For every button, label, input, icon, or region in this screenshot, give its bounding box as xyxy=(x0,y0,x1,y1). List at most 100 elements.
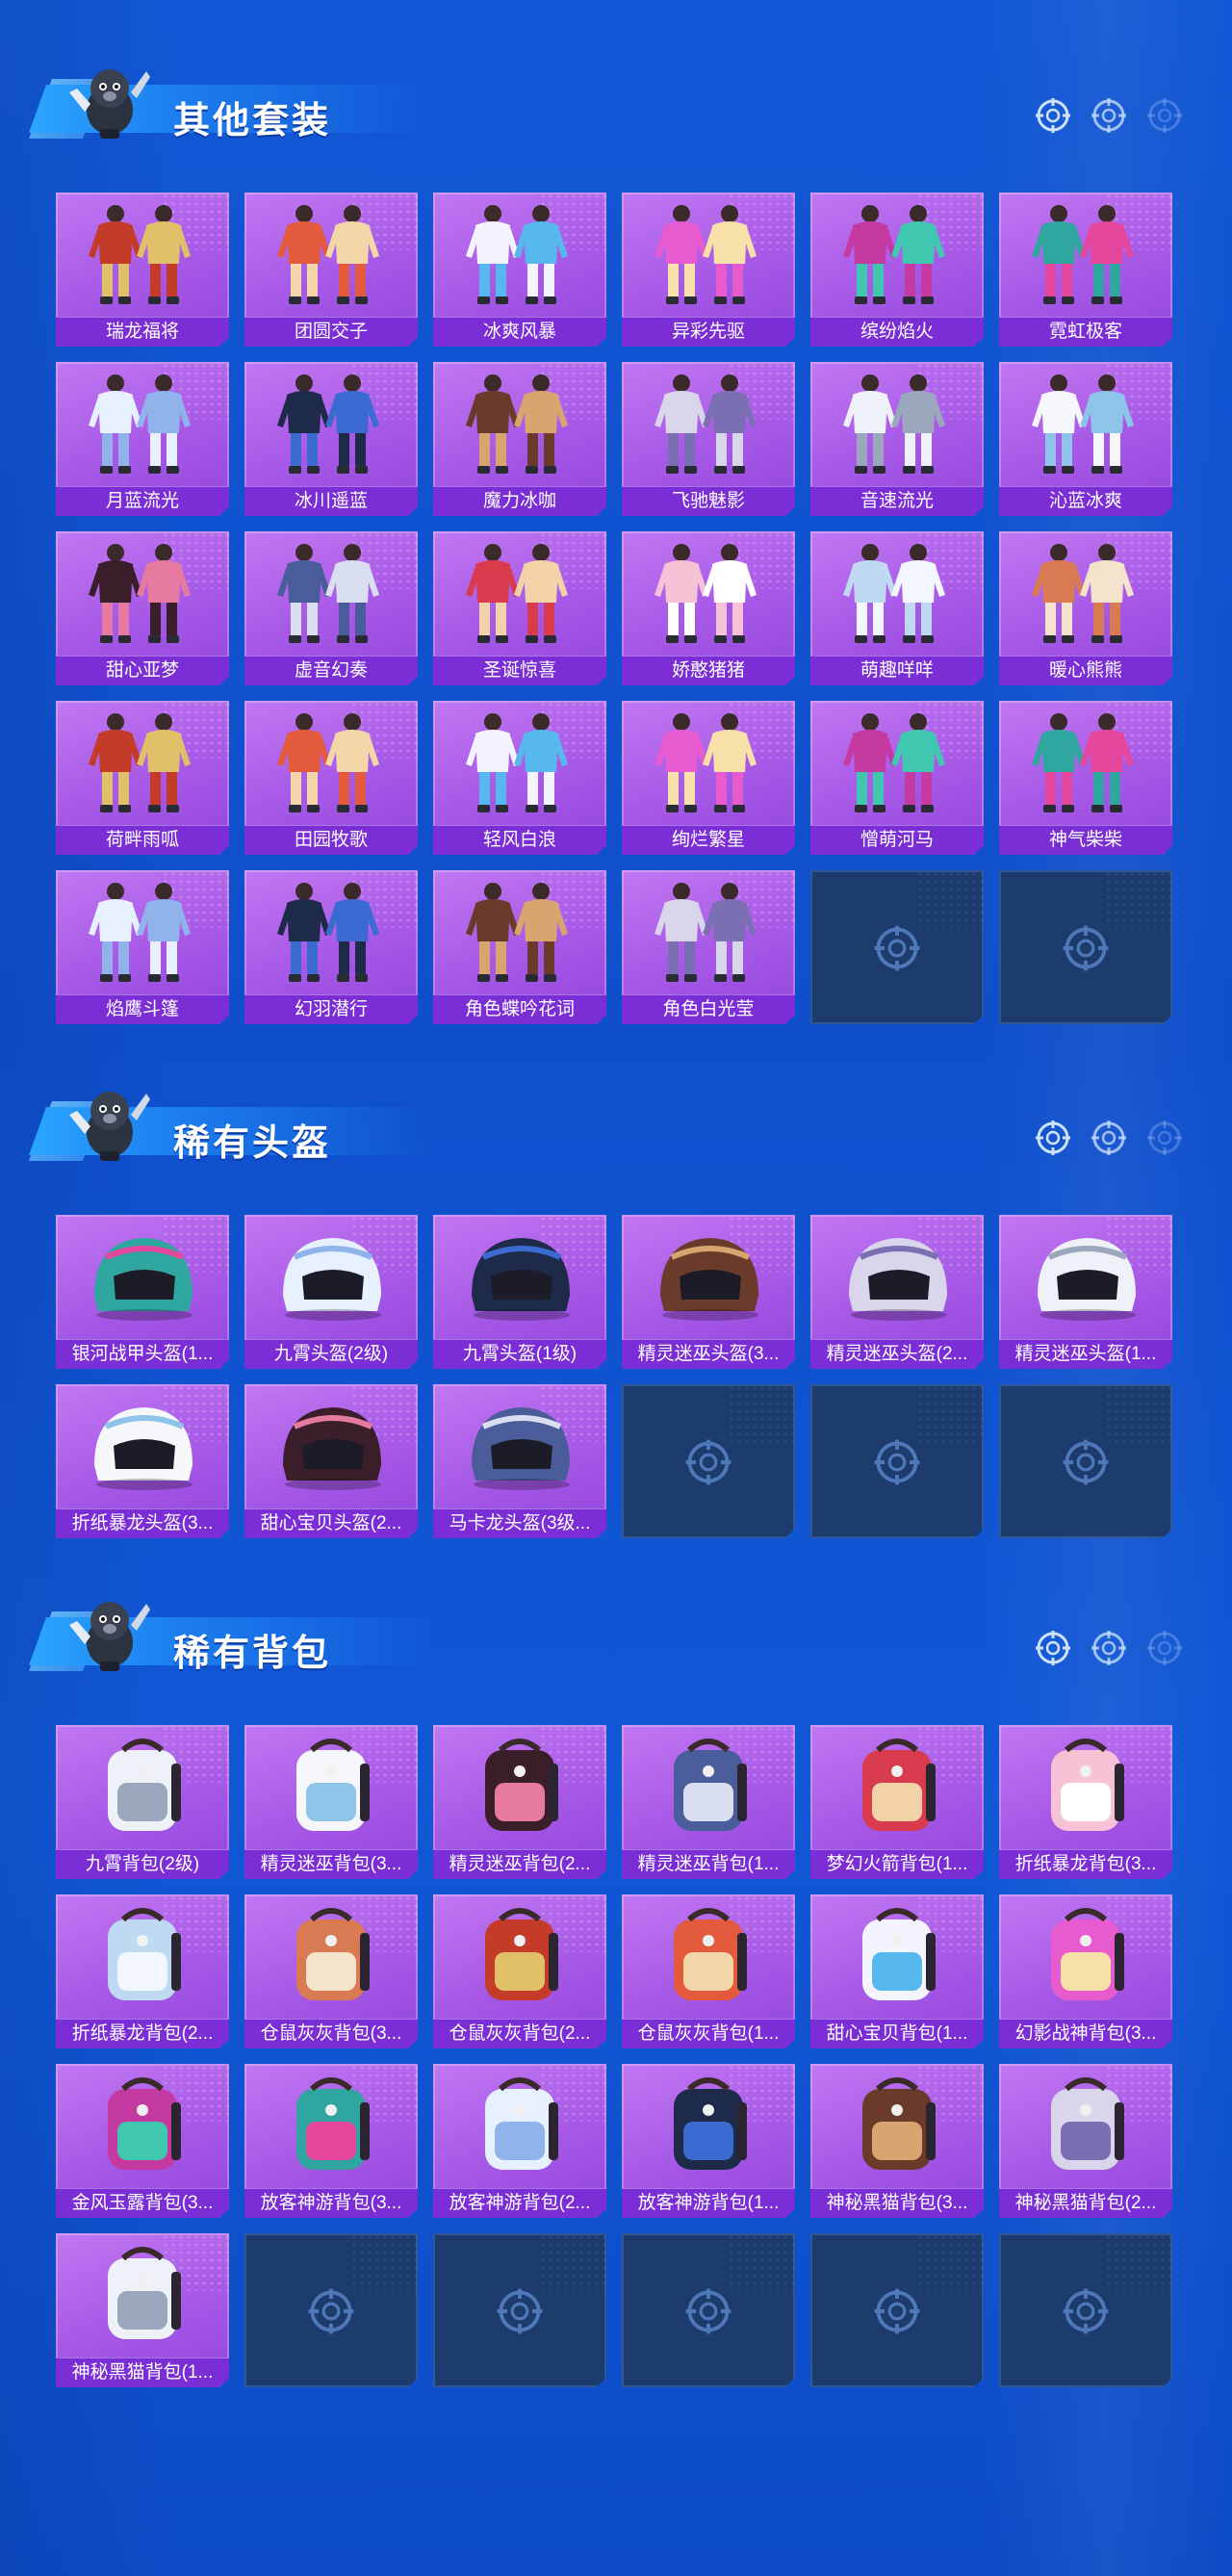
crosshair-icon xyxy=(1090,1119,1128,1157)
item-image xyxy=(810,1729,984,1842)
item-card[interactable]: 精灵迷巫背包(3... xyxy=(244,1725,418,1879)
item-card[interactable]: 憎萌河马 xyxy=(810,701,984,855)
item-card[interactable]: 音速流光 xyxy=(810,362,984,516)
section-title: 稀有头盔 xyxy=(173,1123,332,1164)
item-card[interactable]: 折纸暴龙头盔(3... xyxy=(56,1384,229,1538)
crosshair-icon xyxy=(683,2286,733,2336)
item-card[interactable]: 九霄头盔(2级) xyxy=(244,1215,418,1369)
item-card[interactable]: 魔力冰咖 xyxy=(433,362,606,516)
item-label: 精灵迷巫头盔(1... xyxy=(999,1339,1172,1369)
item-image xyxy=(433,1729,606,1842)
crosshair-icon xyxy=(495,2286,545,2336)
item-label: 缤纷焰火 xyxy=(810,317,984,347)
item-image xyxy=(999,1729,1172,1842)
item-image xyxy=(999,2068,1172,2181)
item-card[interactable]: 萌趣咩咩 xyxy=(810,531,984,685)
item-card[interactable]: 娇憨猪猪 xyxy=(622,531,795,685)
empty-slot xyxy=(622,2233,795,2387)
item-label: 九霄头盔(2级) xyxy=(244,1339,418,1369)
item-card[interactable]: 神秘黑猫背包(2... xyxy=(999,2064,1172,2218)
item-card[interactable]: 精灵迷巫头盔(1... xyxy=(999,1215,1172,1369)
item-card[interactable]: 神秘黑猫背包(3... xyxy=(810,2064,984,2218)
crosshair-icon xyxy=(1145,1119,1184,1157)
item-card[interactable]: 角色白光莹 xyxy=(622,870,795,1024)
item-card[interactable]: 飞驰魅影 xyxy=(622,362,795,516)
item-card[interactable]: 折纸暴龙背包(3... xyxy=(999,1725,1172,1879)
item-card[interactable]: 仓鼠灰灰背包(2... xyxy=(433,1894,606,2048)
item-image xyxy=(622,705,795,818)
item-card[interactable]: 精灵迷巫背包(2... xyxy=(433,1725,606,1879)
item-card[interactable]: 甜心宝贝头盔(2... xyxy=(244,1384,418,1538)
item-card[interactable]: 角色蝶吟花词 xyxy=(433,870,606,1024)
empty-slot xyxy=(810,870,984,1024)
item-card[interactable]: 金风玉露背包(3... xyxy=(56,2064,229,2218)
item-image xyxy=(56,874,229,988)
item-label: 荷畔雨呱 xyxy=(56,825,229,855)
item-card[interactable]: 焰鹰斗篷 xyxy=(56,870,229,1024)
item-card[interactable]: 神秘黑猫背包(1... xyxy=(56,2233,229,2387)
item-card[interactable]: 霓虹极客 xyxy=(999,193,1172,347)
item-label: 飞驰魅影 xyxy=(622,486,795,516)
item-card[interactable]: 幻影战神背包(3... xyxy=(999,1894,1172,2048)
item-image xyxy=(56,1729,229,1842)
item-card[interactable]: 马卡龙头盔(3级... xyxy=(433,1384,606,1538)
item-card[interactable]: 缤纷焰火 xyxy=(810,193,984,347)
item-card[interactable]: 异彩先驱 xyxy=(622,193,795,347)
crosshair-icon xyxy=(1145,96,1184,135)
item-card[interactable]: 甜心亚梦 xyxy=(56,531,229,685)
item-card[interactable]: 幻羽潜行 xyxy=(244,870,418,1024)
item-image xyxy=(433,705,606,818)
item-label: 甜心宝贝背包(1... xyxy=(810,2019,984,2048)
item-card[interactable]: 银河战甲头盔(1... xyxy=(56,1215,229,1369)
crosshair-icon xyxy=(1061,1437,1111,1487)
item-label: 梦幻火箭背包(1... xyxy=(810,1849,984,1879)
item-card[interactable]: 月蓝流光 xyxy=(56,362,229,516)
item-label: 折纸暴龙背包(3... xyxy=(999,1849,1172,1879)
item-image xyxy=(244,2068,418,2181)
item-card[interactable]: 田园牧歌 xyxy=(244,701,418,855)
item-card[interactable]: 圣诞惊喜 xyxy=(433,531,606,685)
item-image xyxy=(244,1388,418,1502)
item-label: 沁蓝冰爽 xyxy=(999,486,1172,516)
item-card[interactable]: 冰川遥蓝 xyxy=(244,362,418,516)
item-image xyxy=(433,535,606,649)
item-card[interactable]: 瑞龙福将 xyxy=(56,193,229,347)
item-label: 虚音幻奏 xyxy=(244,656,418,685)
item-image xyxy=(810,705,984,818)
item-card[interactable]: 暖心熊熊 xyxy=(999,531,1172,685)
item-image xyxy=(433,2068,606,2181)
item-image xyxy=(810,535,984,649)
item-card[interactable]: 轻风白浪 xyxy=(433,701,606,855)
item-card[interactable]: 精灵迷巫背包(1... xyxy=(622,1725,795,1879)
item-label: 银河战甲头盔(1... xyxy=(56,1339,229,1369)
item-card[interactable]: 虚音幻奏 xyxy=(244,531,418,685)
item-label: 放客神游背包(3... xyxy=(244,2188,418,2218)
item-card[interactable]: 神气柴柴 xyxy=(999,701,1172,855)
item-card[interactable]: 团圆交子 xyxy=(244,193,418,347)
item-card[interactable]: 甜心宝贝背包(1... xyxy=(810,1894,984,2048)
item-card[interactable]: 冰爽风暴 xyxy=(433,193,606,347)
item-card[interactable]: 放客神游背包(2... xyxy=(433,2064,606,2218)
item-card[interactable]: 放客神游背包(1... xyxy=(622,2064,795,2218)
item-card[interactable]: 放客神游背包(3... xyxy=(244,2064,418,2218)
item-card[interactable]: 九霄头盔(1级) xyxy=(433,1215,606,1369)
item-label: 折纸暴龙头盔(3... xyxy=(56,1508,229,1538)
item-card[interactable]: 沁蓝冰爽 xyxy=(999,362,1172,516)
item-card[interactable]: 荷畔雨呱 xyxy=(56,701,229,855)
item-card[interactable]: 折纸暴龙背包(2... xyxy=(56,1894,229,2048)
item-label: 仓鼠灰灰背包(1... xyxy=(622,2019,795,2048)
item-label: 精灵迷巫背包(2... xyxy=(433,1849,606,1879)
item-card[interactable]: 仓鼠灰灰背包(3... xyxy=(244,1894,418,2048)
item-card[interactable]: 仓鼠灰灰背包(1... xyxy=(622,1894,795,2048)
item-card[interactable]: 绚烂繁星 xyxy=(622,701,795,855)
item-card[interactable]: 梦幻火箭背包(1... xyxy=(810,1725,984,1879)
crosshair-icon xyxy=(872,923,922,973)
item-card[interactable]: 精灵迷巫头盔(2... xyxy=(810,1215,984,1369)
empty-slot xyxy=(244,2233,418,2387)
item-card[interactable]: 九霄背包(2级) xyxy=(56,1725,229,1879)
item-image xyxy=(999,705,1172,818)
item-label: 神秘黑猫背包(1... xyxy=(56,2357,229,2387)
item-card[interactable]: 精灵迷巫头盔(3... xyxy=(622,1215,795,1369)
empty-slot xyxy=(999,870,1172,1024)
item-image xyxy=(810,1898,984,2012)
